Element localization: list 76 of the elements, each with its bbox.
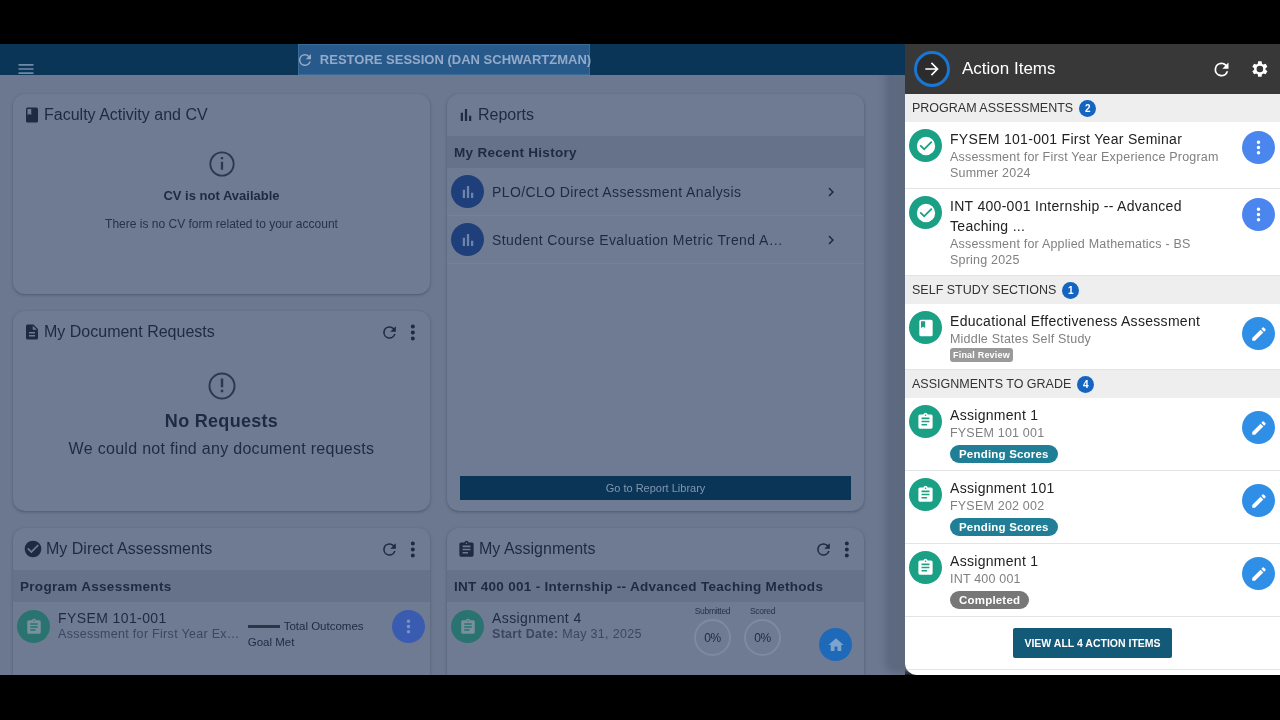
item-subtitle: FYSEM 101 001: [950, 425, 1045, 441]
item-subtitle: Middle States Self Study: [950, 331, 1091, 347]
document-icon: [23, 323, 41, 341]
document-icon: [916, 558, 935, 577]
more-icon: [1256, 207, 1261, 222]
status-tag: Final Review: [950, 348, 1013, 362]
count-badge: 4: [1077, 375, 1095, 393]
document-icon: [24, 617, 43, 636]
stat-ring: 0%: [744, 619, 781, 656]
home-button[interactable]: [819, 628, 852, 661]
edit-button[interactable]: [1242, 484, 1275, 517]
alert-icon: [206, 371, 237, 401]
section-heading: SELF STUDY SECTIONS: [912, 283, 1057, 297]
stat-ring: 0%: [694, 619, 731, 656]
edit-button[interactable]: [1242, 317, 1275, 350]
section-header: Program Assessments: [13, 570, 430, 602]
item-title[interactable]: Educational Effectiveness Assessment: [950, 311, 1201, 331]
document-icon: [916, 412, 935, 431]
assignment-title: Assignment 4: [492, 610, 583, 626]
section-heading: PROGRAM ASSESSMENTS: [912, 101, 1074, 115]
section-header: INT 400 001 - Internship -- Advanced Teaching Methods: [447, 570, 864, 602]
document-icon: [916, 485, 935, 504]
count-badge: 1: [1062, 281, 1080, 299]
item-title[interactable]: INT 400-001 Internship -- Advanced Teaching ...: [950, 196, 1234, 236]
count-badge: 2: [1079, 99, 1097, 117]
status-tag: Completed: [950, 591, 1030, 609]
message-title: CV is not Available: [163, 188, 280, 203]
card-title: My Direct Assessments: [46, 540, 214, 558]
item-term: Spring 2025: [950, 252, 1020, 268]
status-tag: Pending Scores: [950, 518, 1058, 536]
card-title: My Document Requests: [44, 323, 216, 341]
section-header: My Recent History: [447, 136, 864, 168]
item-term: Summer 2024: [950, 165, 1031, 181]
view-all-button[interactable]: VIEW ALL 4 ACTION ITEMS: [1013, 628, 1172, 658]
card-title: My Assignments: [479, 540, 597, 558]
pencil-icon: [1249, 418, 1268, 437]
card-title: Faculty Activity and CV: [44, 106, 209, 124]
more-icon: [410, 323, 416, 341]
more-icon: [410, 540, 416, 558]
pencil-icon: [1249, 324, 1268, 343]
status-tag: Pending Scores: [950, 445, 1058, 463]
panel-title: Action Items: [962, 59, 1057, 79]
empty-title: No Requests: [164, 411, 279, 432]
assessment-title: FYSEM 101-001: [58, 610, 168, 626]
item-subtitle: Assessment for Applied Mathematics - BS: [950, 236, 1191, 252]
clipboard-icon: [457, 539, 476, 559]
more-button[interactable]: [1242, 131, 1275, 164]
goal-label: Goal Met: [247, 636, 296, 648]
pencil-icon: [1249, 564, 1268, 583]
stat-label: Scored: [749, 606, 776, 616]
stat-label: Submitted: [694, 606, 731, 616]
edit-button[interactable]: [1242, 557, 1275, 590]
report-library-button[interactable]: Go to Report Library: [460, 476, 851, 500]
pencil-icon: [1249, 491, 1268, 510]
more-icon: [405, 619, 411, 634]
more-icon: [844, 540, 850, 558]
item-subtitle: Assessment for First Year Experience Program: [950, 149, 1219, 165]
edit-button[interactable]: [1242, 411, 1275, 444]
message-text: There is no CV form related to your account: [105, 217, 338, 231]
item-title[interactable]: Assignment 1: [950, 551, 1039, 571]
more-icon: [1256, 140, 1261, 155]
empty-text: We could not find any document requests: [68, 440, 375, 458]
item-title[interactable]: Assignment 101: [950, 478, 1055, 498]
legend-line: [247, 624, 280, 628]
item-subtitle: INT 400 001: [950, 571, 1021, 587]
more-button[interactable]: [1242, 198, 1275, 231]
document-icon: [458, 617, 477, 636]
card-title: Reports: [478, 106, 536, 124]
item-title[interactable]: Assignment 1: [950, 405, 1039, 425]
section-heading: ASSIGNMENTS TO GRADE: [912, 377, 1072, 391]
item-subtitle: FYSEM 202 002: [950, 498, 1045, 514]
close-panel-button[interactable]: [914, 51, 950, 87]
legend-label: Total Outcomes: [283, 620, 364, 632]
info-icon: [207, 150, 236, 178]
book-icon: [23, 106, 41, 124]
item-title[interactable]: FYSEM 101-001 First Year Seminar: [950, 129, 1183, 149]
